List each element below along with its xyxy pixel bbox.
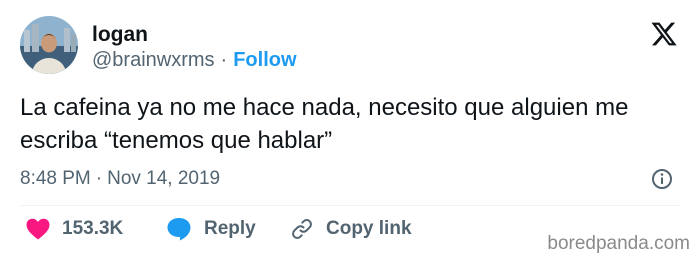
like-count: 153.3K — [62, 218, 124, 239]
copy-link-label: Copy link — [326, 218, 412, 239]
tweet-time: 8:48 PM — [20, 168, 91, 189]
watermark: boredpanda.com — [547, 233, 690, 254]
tweet-text: La cafeina ya no me hace nada, necesito … — [20, 94, 629, 154]
avatar[interactable] — [20, 16, 78, 74]
timestamp-separator: · — [95, 168, 103, 189]
reply-label: Reply — [204, 218, 256, 239]
author-handle[interactable]: @brainwxrms — [92, 49, 215, 71]
copy-link-button[interactable]: Copy link — [290, 217, 412, 241]
link-icon — [290, 217, 314, 241]
divider — [20, 205, 680, 206]
handle-separator: · — [220, 49, 228, 71]
heart-icon — [26, 218, 50, 240]
tweet-date: Nov 14, 2019 — [107, 168, 221, 189]
info-icon[interactable] — [650, 167, 674, 191]
reply-button[interactable]: Reply — [166, 217, 256, 241]
reply-bubble-icon — [166, 217, 192, 241]
author-display-name[interactable]: logan — [92, 23, 148, 47]
like-button[interactable]: 153.3K — [26, 218, 123, 240]
x-logo-icon[interactable] — [650, 20, 678, 48]
tweet-timestamp[interactable]: 8:48 PM · Nov 14, 2019 — [20, 168, 220, 190]
follow-button[interactable]: Follow — [233, 49, 296, 71]
author-handle-row: @brainwxrms · Follow — [92, 48, 297, 72]
